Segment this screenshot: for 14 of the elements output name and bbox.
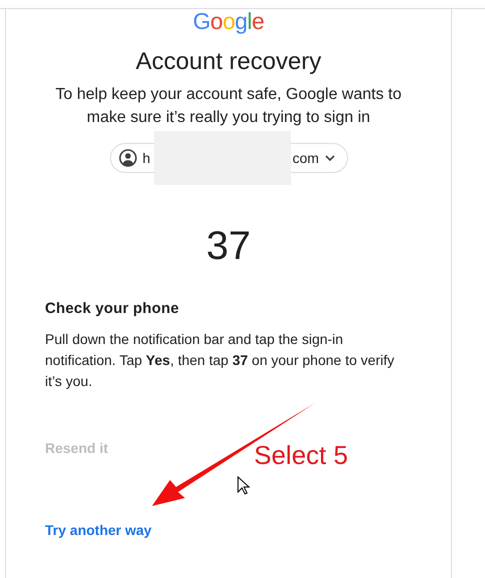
instructions-text: Pull down the notification bar and tap the sign-in notification. Tap Yes, then tap 37 on your phone to verify it’s you. — [45, 330, 396, 391]
chevron-down-icon — [324, 155, 335, 161]
google-logo: Google — [192, 9, 264, 33]
try-another-way-link[interactable]: Try another way — [45, 522, 152, 538]
section-heading: Check your phone — [45, 299, 180, 319]
verification-number: 37 — [206, 223, 251, 269]
account-chip-left[interactable]: h — [110, 143, 154, 173]
cursor-icon — [237, 476, 250, 496]
subtitle: To help keep your account safe, Google wants to make sure it’s really you trying to sign in — [54, 85, 402, 128]
account-icon — [118, 149, 136, 167]
resend-link: Resend it — [45, 440, 108, 456]
page-title: Account recovery — [136, 47, 322, 77]
account-chip-right[interactable]: com — [290, 143, 348, 173]
annotation-text: Select 5 — [254, 440, 348, 471]
